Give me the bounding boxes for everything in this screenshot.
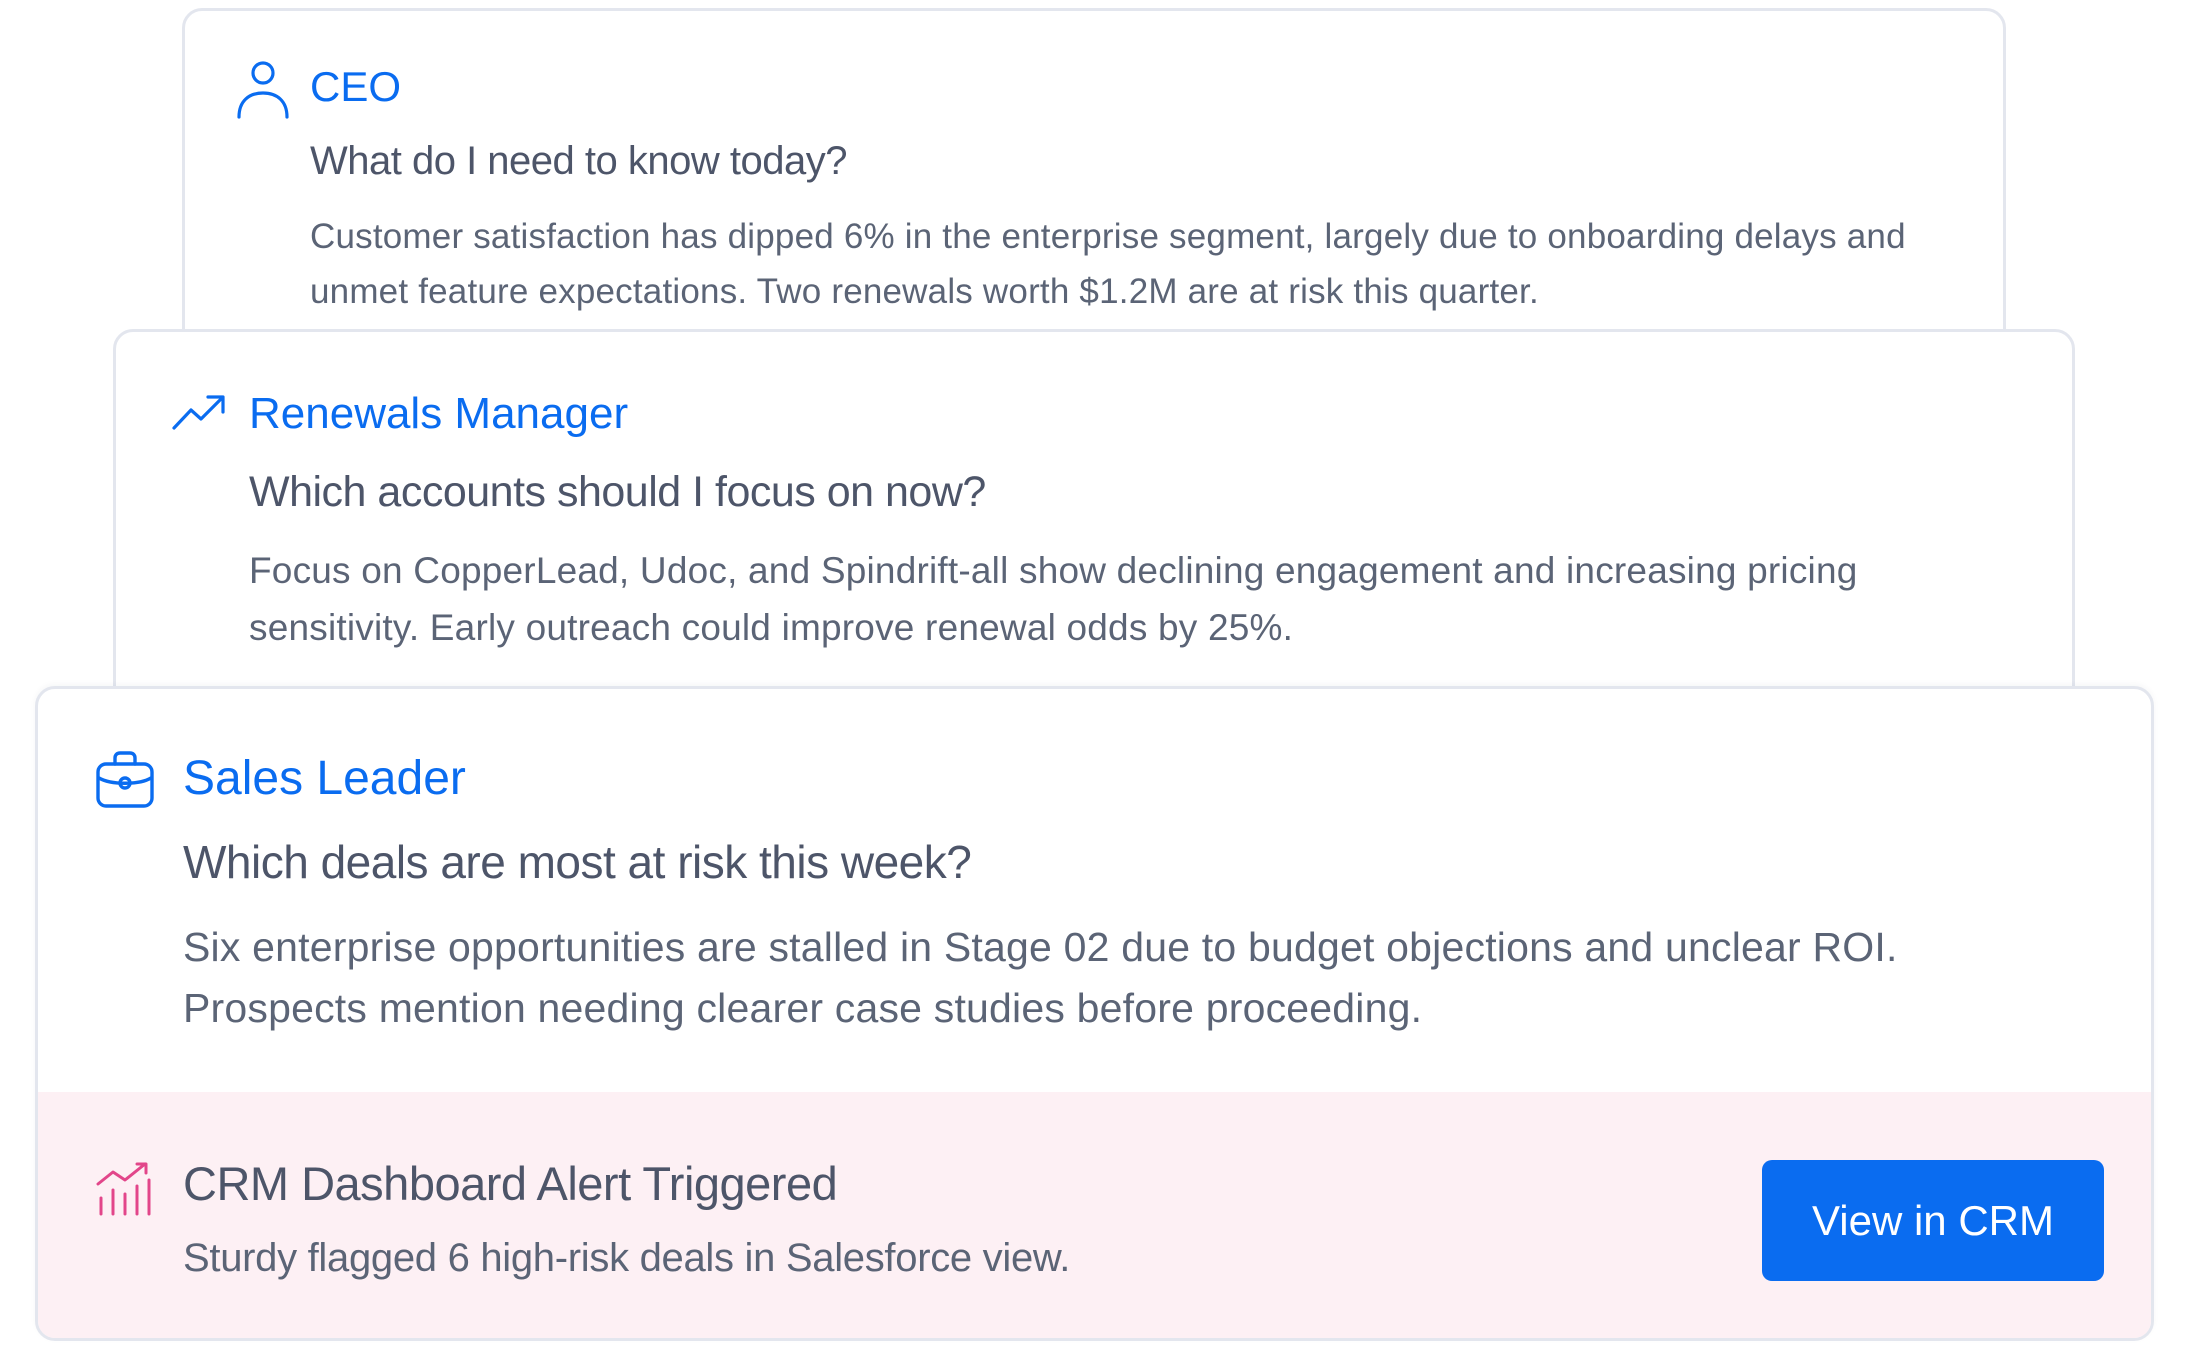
role-label-ceo: CEO (310, 63, 402, 110)
answer-ceo: Customer satisfaction has dipped 6% in t… (310, 217, 1906, 311)
view-in-crm-button[interactable]: View in CRM (1762, 1160, 2104, 1281)
alert-title: CRM Dashboard Alert Triggered (183, 1157, 838, 1210)
sales-leader-card: Sales Leader Which deals are most at ris… (35, 686, 2154, 1341)
alert-subtitle: Sturdy flagged 6 high-risk deals in Sale… (183, 1236, 1071, 1280)
briefcase-icon (96, 751, 154, 808)
question-sales-leader: Which deals are most at risk this week? (183, 836, 972, 888)
crm-alert-panel: CRM Dashboard Alert Triggered Sturdy fla… (38, 1092, 2151, 1338)
role-label-sales-leader: Sales Leader (183, 752, 466, 805)
question-ceo: What do I need to know today? (310, 139, 847, 183)
question-renewals-manager: Which accounts should I focus on now? (249, 468, 986, 516)
answer-renewals-manager: Focus on CopperLead, Udoc, and Spindrift… (249, 550, 1858, 648)
user-icon (237, 61, 289, 119)
role-label-renewals-manager: Renewals Manager (249, 389, 629, 438)
chart-trend-icon (96, 1162, 151, 1216)
renewals-manager-card: Renewals Manager Which accounts should I… (113, 329, 2075, 729)
ceo-card: CEO What do I need to know today? Custom… (182, 8, 2006, 368)
trending-up-icon (172, 395, 225, 430)
answer-sales-leader: Six enterprise opportunities are stalled… (183, 924, 1898, 1031)
